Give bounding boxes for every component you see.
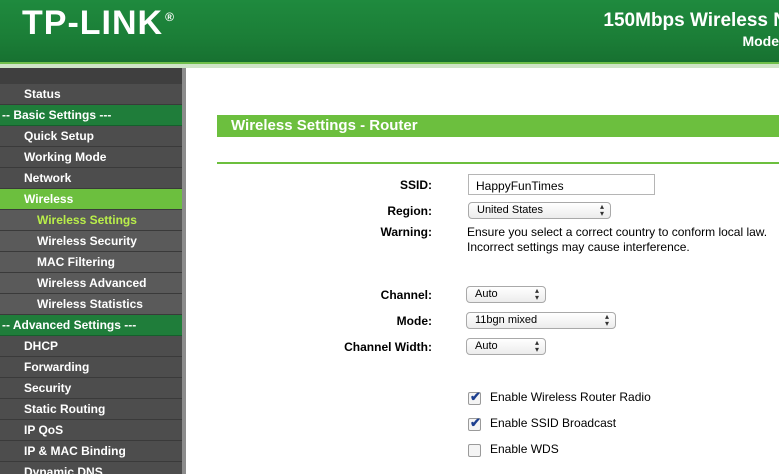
sidebar-item-network[interactable]: Network [0,168,182,189]
enable-radio-checkbox[interactable]: ✔ [468,389,481,405]
sidebar-item-dhcp[interactable]: DHCP [0,336,182,357]
sidebar: Status -- Basic Settings --- Quick Setup… [0,68,186,474]
sidebar-menu: Status -- Basic Settings --- Quick Setup… [0,84,182,474]
header-banner: TP-LINK ® 150Mbps Wireless N Mode [0,0,779,68]
title-divider [217,162,779,164]
sidebar-item-wireless[interactable]: Wireless [0,189,182,210]
enable-wds-label: Enable WDS [490,442,559,456]
sidebar-item-wireless-advanced[interactable]: Wireless Advanced [0,273,182,294]
channel-select-value: Auto [475,288,498,300]
channel-width-select[interactable]: Auto ▴ ▾ [466,338,546,355]
ssid-input[interactable] [468,174,655,195]
mode-select[interactable]: 11bgn mixed ▴ ▾ [466,312,616,329]
sidebar-item-ip-mac-binding[interactable]: IP & MAC Binding [0,441,182,462]
channel-select[interactable]: Auto ▴ ▾ [466,286,546,303]
sidebar-item-ip-qos[interactable]: IP QoS [0,420,182,441]
region-select-value: United States [477,204,544,216]
checkmark-icon: ✔ [470,415,481,430]
sidebar-item-static-routing[interactable]: Static Routing [0,399,182,420]
enable-ssid-broadcast-checkbox[interactable]: ✔ [468,415,481,431]
enable-ssid-broadcast-label: Enable SSID Broadcast [490,416,617,430]
sidebar-item-wireless-settings[interactable]: Wireless Settings [0,210,182,231]
enable-radio-label: Enable Wireless Router Radio [490,390,651,404]
sidebar-item-security[interactable]: Security [0,378,182,399]
page-title: Wireless Settings - Router [217,115,779,137]
warning-label: Warning: [380,225,432,239]
select-arrows-icon: ▴ ▾ [604,312,609,328]
sidebar-item-status[interactable]: Status [0,84,182,105]
sidebar-item-wireless-security[interactable]: Wireless Security [0,231,182,252]
ssid-label: SSID: [399,178,432,192]
warning-text: Ensure you select a correct country to c… [467,225,779,255]
mode-label: Mode: [396,314,432,328]
sidebar-item-dynamic-dns[interactable]: Dynamic DNS [0,462,182,474]
channel-label: Channel: [380,288,432,302]
sidebar-section-advanced-settings: -- Advanced Settings --- [0,315,182,336]
model-number: Mode [742,33,779,49]
checkmark-icon: ✔ [470,389,481,404]
select-arrows-icon: ▴ ▾ [599,202,604,218]
channel-width-select-value: Auto [475,340,498,352]
enable-wds-checkbox[interactable] [468,444,481,457]
sidebar-item-forwarding[interactable]: Forwarding [0,357,182,378]
tp-link-logo: TP-LINK ® [22,4,175,42]
region-label: Region: [387,204,432,218]
warning-line-1: Ensure you select a correct country to c… [467,225,768,239]
region-select[interactable]: United States ▴ ▾ [468,202,611,219]
main-content: Wireless Settings - Router SSID: Region:… [186,68,779,474]
warning-line-2: Incorrect settings may cause interferenc… [467,240,690,254]
product-name: 150Mbps Wireless N [603,10,779,31]
select-arrows-icon: ▴ ▾ [534,338,539,354]
sidebar-item-mac-filtering[interactable]: MAC Filtering [0,252,182,273]
sidebar-item-working-mode[interactable]: Working Mode [0,147,182,168]
sidebar-item-quick-setup[interactable]: Quick Setup [0,126,182,147]
select-arrows-icon: ▴ ▾ [534,286,539,302]
channel-width-label: Channel Width: [344,340,432,354]
sidebar-item-wireless-statistics[interactable]: Wireless Statistics [0,294,182,315]
mode-select-value: 11bgn mixed [475,314,538,326]
sidebar-section-basic-settings: -- Basic Settings --- [0,105,182,126]
